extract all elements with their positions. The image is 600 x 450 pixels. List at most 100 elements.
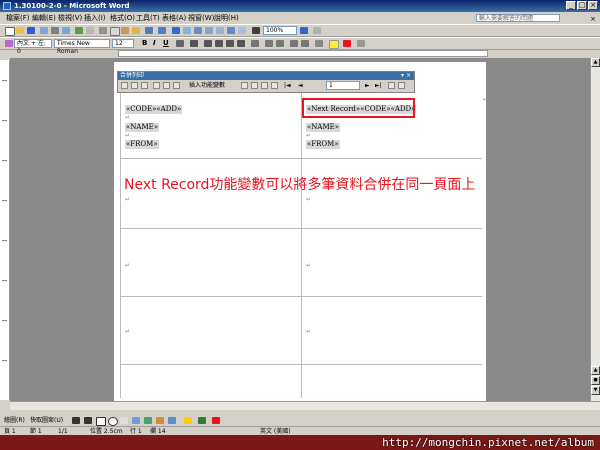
font-color-draw-icon[interactable] (212, 417, 220, 424)
horizontal-scrollbar[interactable] (10, 401, 600, 410)
insert-greeting-icon[interactable] (163, 82, 170, 89)
menu-file[interactable]: 檔案(F) (6, 12, 30, 24)
from-field-right[interactable]: «FROM» (306, 140, 340, 149)
underline-button[interactable]: U (163, 39, 169, 48)
name-field-right[interactable]: «NAME» (306, 123, 341, 132)
next-page-icon[interactable]: ▼ (591, 386, 600, 395)
align-center-icon[interactable] (215, 40, 223, 47)
mail-merge-toolbar-header[interactable]: 合併列印 ▾ × (118, 72, 414, 80)
autoshapes-menu-button[interactable]: 快取圖案(U) (30, 415, 63, 426)
rectangle-icon[interactable] (96, 417, 106, 426)
columns-icon[interactable] (216, 27, 224, 34)
merge-to-printer-icon[interactable] (398, 82, 405, 89)
vertical-ruler[interactable] (0, 60, 10, 400)
wordart-icon[interactable] (132, 417, 140, 424)
clipart-icon[interactable] (156, 417, 164, 424)
highlight-color-icon[interactable] (329, 40, 339, 49)
italic-button[interactable]: I (153, 39, 156, 48)
insert-table-icon[interactable] (194, 27, 202, 34)
menu-table[interactable]: 表格(A) (162, 12, 186, 24)
open-icon[interactable] (16, 27, 24, 34)
style-select[interactable]: 內文 + 左: 0 (14, 39, 52, 55)
align-left-icon[interactable] (204, 40, 212, 47)
align-right-icon[interactable] (226, 40, 234, 47)
tables-borders-icon[interactable] (183, 27, 191, 34)
borders-icon[interactable] (315, 40, 323, 47)
line-color-icon[interactable] (198, 417, 206, 424)
cut-icon[interactable] (99, 27, 107, 34)
document-map-icon[interactable] (238, 27, 246, 34)
read-icon[interactable] (313, 27, 321, 34)
justify-icon[interactable] (237, 40, 245, 47)
copy-icon[interactable] (110, 27, 120, 36)
styles-icon[interactable] (5, 40, 13, 47)
next-record-icon[interactable]: ► (365, 81, 370, 90)
close-button[interactable]: × (588, 1, 598, 10)
permission-icon[interactable] (40, 27, 48, 34)
recipients-icon[interactable] (141, 82, 148, 89)
line-spacing-icon[interactable] (251, 40, 259, 47)
menu-format[interactable]: 格式(O) (110, 12, 135, 24)
open-data-source-icon[interactable] (131, 82, 138, 89)
arrow-icon[interactable] (84, 417, 92, 424)
line-icon[interactable] (72, 417, 80, 424)
oval-icon[interactable] (108, 417, 118, 426)
first-record-icon[interactable]: |◄ (284, 81, 291, 90)
match-fields-icon[interactable] (261, 82, 268, 89)
menu-insert[interactable]: 插入(I) (84, 12, 106, 24)
increase-indent-icon[interactable] (301, 40, 309, 47)
save-icon[interactable] (27, 27, 35, 34)
from-field[interactable]: «FROM» (125, 140, 159, 149)
text-color-icon[interactable] (343, 40, 351, 47)
bold-button[interactable]: B (142, 39, 147, 48)
last-record-icon[interactable]: ►| (375, 81, 382, 90)
drawing-icon[interactable] (227, 27, 235, 34)
draw-menu-button[interactable]: 繪圖(R) (4, 415, 25, 426)
show-hide-icon[interactable] (252, 27, 260, 34)
close-toolbar-icon[interactable]: ▾ × (401, 72, 411, 80)
font-select[interactable]: Times New Roman (54, 39, 110, 55)
merge-to-document-icon[interactable] (388, 82, 395, 89)
new-document-icon[interactable] (5, 27, 15, 36)
previous-record-icon[interactable]: ◄ (298, 81, 303, 90)
undo-icon[interactable] (145, 27, 153, 34)
fill-color-icon[interactable] (184, 417, 192, 424)
print-icon[interactable] (51, 27, 59, 34)
select-browse-object-icon[interactable]: ● (591, 376, 600, 385)
research-icon[interactable] (86, 27, 94, 34)
help-search-input[interactable]: 輸入需要解答的問題 (476, 14, 560, 22)
font-size-select[interactable]: 12 (112, 39, 134, 48)
menu-edit[interactable]: 編輯(E) (32, 12, 56, 24)
print-preview-icon[interactable] (62, 27, 70, 34)
bullets-icon[interactable] (276, 40, 284, 47)
numbering-icon[interactable] (265, 40, 273, 47)
phonetic-guide-icon[interactable] (357, 40, 365, 47)
insert-address-block-icon[interactable] (153, 82, 160, 89)
spelling-icon[interactable] (75, 27, 83, 34)
redo-icon[interactable] (158, 27, 166, 34)
minimize-button[interactable]: _ (566, 1, 576, 10)
paste-icon[interactable] (121, 27, 129, 34)
highlight-fields-icon[interactable] (251, 82, 258, 89)
word-app-icon[interactable] (3, 2, 11, 10)
menu-view[interactable]: 檢視(V) (58, 12, 82, 24)
hyperlink-icon[interactable] (172, 27, 180, 34)
insert-merge-fields-icon[interactable] (173, 82, 180, 89)
main-document-setup-icon[interactable] (121, 82, 128, 89)
code-add-field[interactable]: «CODE»«ADD» (125, 105, 183, 114)
view-merged-data-icon[interactable] (241, 82, 248, 89)
zoom-select[interactable]: 100% (263, 26, 297, 35)
go-to-record-input[interactable]: 1 (326, 81, 360, 90)
font-color-icon[interactable] (176, 40, 184, 47)
menu-window[interactable]: 視窗(W) (188, 12, 214, 24)
diagram-icon[interactable] (144, 417, 152, 424)
menu-help[interactable]: 說明(H) (214, 12, 239, 24)
horizontal-ruler[interactable] (118, 50, 488, 57)
insert-word-field-button[interactable]: 插入功能變數 (189, 81, 225, 90)
textbox-icon[interactable] (120, 417, 128, 424)
help-icon[interactable] (300, 27, 308, 34)
vertical-scrollbar[interactable]: ▲ ▲ ● ▼ (590, 58, 600, 401)
previous-page-icon[interactable]: ▲ (591, 366, 600, 375)
picture-icon[interactable] (168, 417, 176, 424)
propagate-labels-icon[interactable] (271, 82, 278, 89)
